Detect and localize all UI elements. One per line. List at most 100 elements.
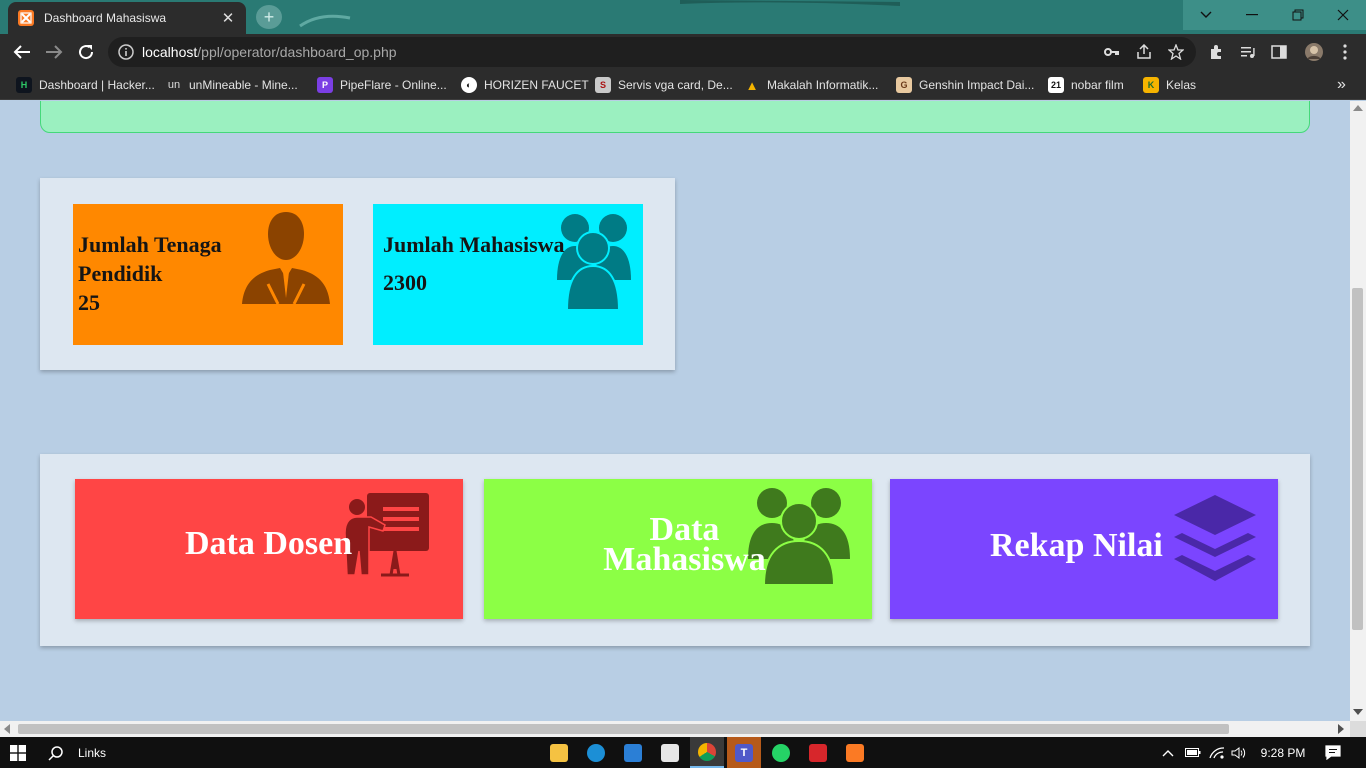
store-icon [661,743,679,762]
bookmarks-bar: H Dashboard | Hacker... un unMineable - Mi… [0,70,1366,100]
window-background-decoration [299,0,900,28]
mail-icon [624,743,642,762]
xampp-icon [846,743,864,762]
new-tab-button[interactable]: + [256,5,282,29]
scroll-left-arrow-icon[interactable] [4,724,10,734]
rekap-nilai-button[interactable]: Rekap Nilai [890,479,1278,619]
chrome-menu-icon[interactable] [1331,38,1359,66]
scroll-down-arrow-icon[interactable] [1353,709,1363,715]
taskbar-search-label: Links [78,745,107,760]
windows-taskbar: Links T 9:28 PM [0,737,1366,768]
battery-icon[interactable] [1182,737,1204,768]
layers-stack-icon [1174,495,1256,581]
scroll-up-arrow-icon[interactable] [1353,105,1363,111]
success-alert [40,101,1310,133]
servis-icon: S [595,77,611,93]
tab-search-button[interactable] [1183,0,1229,30]
share-icon[interactable] [1130,38,1158,66]
bookmarks-overflow-button[interactable]: » [1337,76,1346,94]
taskbar-edge[interactable] [579,737,613,768]
taskbar-teams[interactable]: T [727,737,761,768]
menu-panel: Data Dosen Data Mahasiswa Rekap Nilai [40,454,1310,646]
chrome-icon [698,742,716,761]
vertical-scrollbar-thumb[interactable] [1352,288,1363,630]
tab-close-icon[interactable]: ✕ [220,10,236,27]
data-mahasiswa-button[interactable]: Data Mahasiswa [484,479,872,619]
bookmark-kelas[interactable]: K Kelas [1143,76,1196,94]
extensions-puzzle-icon[interactable] [1202,38,1230,66]
unmineable-icon: un [167,79,181,91]
data-dosen-label: Data Dosen [185,525,353,562]
taskbar-file-explorer[interactable] [542,737,576,768]
taskbar-xampp[interactable] [838,737,872,768]
hackerrank-icon: H [16,77,32,93]
back-arrow-icon [13,45,30,59]
browser-tab-active[interactable]: Dashboard Mahasiswa ✕ [8,2,246,34]
classroom-icon: K [1143,77,1159,93]
taskbar-store[interactable] [653,737,687,768]
search-icon [48,745,63,761]
bookmark-horizen[interactable]: ◐ HORIZEN FAUCET [461,76,589,94]
edge-icon [587,743,605,762]
forward-arrow-icon [46,45,63,59]
clock[interactable]: 9:28 PM [1254,737,1312,768]
media-queue-icon[interactable] [1234,38,1262,66]
start-button[interactable] [0,737,36,768]
volume-icon[interactable] [1228,737,1250,768]
windows-logo-icon [10,744,26,761]
reload-icon [79,45,94,60]
scroll-right-arrow-icon[interactable] [1338,724,1344,734]
stats-panel: Jumlah Tenaga Pendidik 25 Jumlah Mahasis… [40,178,675,370]
horizontal-scrollbar-thumb[interactable] [18,724,1229,734]
bookmark-pipeflare[interactable]: P PipeFlare - Online... [317,76,447,94]
wifi-icon[interactable] [1206,737,1228,768]
url-host: localhost [142,44,198,60]
acrobat-icon [809,743,827,762]
bookmark-nobar-film[interactable]: 21 nobar film [1048,76,1124,94]
mahasiswa-label: Jumlah Mahasiswa [383,232,565,257]
genshin-icon: G [896,77,912,93]
teacher-person-icon [242,212,330,305]
bookmark-servis-vga[interactable]: S Servis vga card, De... [595,76,733,94]
pipeflare-icon: P [317,77,333,93]
page-viewport: Jumlah Tenaga Pendidik 25 Jumlah Mahasis… [0,101,1350,721]
vertical-scrollbar[interactable] [1350,101,1366,721]
data-mahasiswa-label: Data Mahasiswa [603,511,766,578]
whatsapp-icon [772,743,790,762]
rekap-nilai-label: Rekap Nilai [990,527,1163,564]
password-key-icon[interactable] [1098,38,1126,66]
forward-button[interactable] [40,38,68,66]
profile-avatar[interactable] [1300,38,1328,66]
taskbar-acrobat[interactable] [801,737,835,768]
taskbar-chrome[interactable] [690,737,724,768]
bookmark-star-icon[interactable] [1162,38,1190,66]
bookmark-unmineable[interactable]: un unMineable - Mine... [166,76,298,94]
students-group-icon [557,214,631,311]
site-info-icon[interactable] [118,44,134,60]
show-hidden-icons-button[interactable] [1158,737,1178,768]
minimize-button[interactable] [1229,0,1275,30]
horizontal-scrollbar[interactable] [0,721,1350,737]
taskbar-whatsapp[interactable] [764,737,798,768]
side-panel-icon[interactable] [1265,38,1293,66]
data-dosen-button[interactable]: Data Dosen [75,479,463,619]
tab-title: Dashboard Mahasiswa [44,11,167,25]
back-button[interactable] [8,38,36,66]
taskbar-mail[interactable] [616,737,650,768]
bookmark-hackerrank[interactable]: H Dashboard | Hacker... [16,76,155,94]
taskbar-search[interactable]: Links [40,737,120,768]
teams-icon: T [735,743,753,762]
url-path: /ppl/operator/dashboard_op.php [197,44,397,60]
reload-button[interactable] [72,38,100,66]
close-window-button[interactable] [1320,0,1366,30]
bookmark-makalah[interactable]: ▲ Makalah Informatik... [744,76,879,94]
notification-icon [1325,745,1341,760]
restore-button[interactable] [1275,0,1321,30]
presentation-teacher-icon [344,493,429,577]
mahasiswa-value: 2300 [383,270,427,295]
scrollbar-corner [1350,721,1366,737]
notifications-button[interactable] [1316,737,1350,768]
tendik-stat-card: Jumlah Tenaga Pendidik 25 [73,204,343,345]
address-bar[interactable]: localhost/ppl/operator/dashboard_op.php [108,37,1196,67]
bookmark-genshin[interactable]: G Genshin Impact Dai... [896,76,1034,94]
